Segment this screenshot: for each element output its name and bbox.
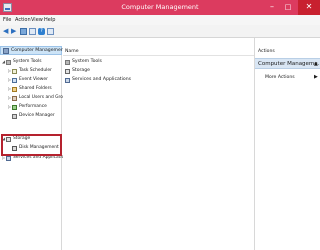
tree-item-performance[interactable]: ▷ Performance <box>8 103 60 111</box>
tools-icon <box>65 59 70 65</box>
maximize-button[interactable]: □ <box>280 0 296 15</box>
list-item-label: Services and Applications <box>72 77 131 82</box>
computer-icon <box>3 48 9 54</box>
task-scheduler-icon <box>12 68 17 74</box>
computer-management-window: Computer Management – □ ✕ File Action Vi… <box>0 0 320 250</box>
forward-icon[interactable]: ▶ <box>11 28 18 35</box>
help-icon[interactable]: ? <box>38 28 45 35</box>
storage-highlight-box <box>1 134 62 156</box>
close-button[interactable]: ✕ <box>298 0 320 15</box>
tree-root-computer-management[interactable]: Computer Management (Local <box>0 46 81 55</box>
tree-item-label: System Tools <box>13 59 42 64</box>
menu-view[interactable]: View <box>31 16 43 24</box>
device-manager-icon <box>12 113 17 119</box>
list-item-storage[interactable]: Storage <box>65 67 185 75</box>
toolbar: ◀ ▶ ? <box>0 25 320 38</box>
column-header-label: Name <box>65 49 79 54</box>
list-item-services-and-applications[interactable]: Services and Applications <box>65 76 185 84</box>
details-pane: Name System Tools Storage Services and A… <box>63 46 254 250</box>
list-icon[interactable] <box>47 28 54 35</box>
tree-item-label: Task Scheduler <box>19 68 52 73</box>
minimize-button[interactable]: – <box>264 0 280 15</box>
tree-item-local-users-and-groups[interactable]: ▷ Local Users and Groups <box>8 94 71 102</box>
show-hide-tree-icon[interactable] <box>29 28 36 35</box>
actions-section-computer-management[interactable]: Computer Manageme... ▲ <box>255 58 320 69</box>
actions-pane: Actions Computer Manageme... ▲ More Acti… <box>254 46 320 250</box>
list-item-label: Storage <box>72 68 90 73</box>
menu-help[interactable]: Help <box>44 16 55 24</box>
users-icon <box>12 95 17 101</box>
back-icon[interactable]: ◀ <box>3 28 10 35</box>
menu-bar: File Action View Help <box>0 15 320 25</box>
performance-icon <box>12 104 17 110</box>
tree-item-event-viewer[interactable]: ▷ Event Viewer <box>8 76 60 84</box>
list-item-label: System Tools <box>72 59 102 64</box>
event-viewer-icon <box>12 77 17 83</box>
services-icon <box>6 155 11 161</box>
menu-file[interactable]: File <box>3 16 11 24</box>
title-bar[interactable]: Computer Management – □ ✕ <box>0 0 320 15</box>
more-actions-item[interactable]: More Actions ▶ <box>255 73 320 82</box>
shared-folders-icon <box>12 86 17 92</box>
services-icon <box>65 77 70 83</box>
more-actions-label: More Actions <box>265 75 295 80</box>
menu-action[interactable]: Action <box>15 16 31 24</box>
tree-item-label: Device Manager <box>19 113 55 118</box>
tree-item-shared-folders[interactable]: ▷ Shared Folders <box>8 85 60 93</box>
tree-item-label: Event Viewer <box>19 77 48 82</box>
column-header-name[interactable]: Name <box>63 48 254 56</box>
actions-header: Actions <box>258 49 275 54</box>
up-level-icon[interactable] <box>20 28 27 35</box>
tree-item-device-manager[interactable]: Device Manager <box>8 112 60 120</box>
tree-item-label: Performance <box>19 104 47 109</box>
tree-item-system-tools[interactable]: ◢ System Tools <box>2 58 60 66</box>
list-item-system-tools[interactable]: System Tools <box>65 58 185 66</box>
storage-icon <box>65 68 70 74</box>
collapse-up-icon[interactable]: ▲ <box>314 59 318 69</box>
submenu-arrow-icon: ▶ <box>314 74 318 80</box>
pane-spacer <box>0 38 320 46</box>
actions-section-label: Computer Manageme... <box>258 61 320 67</box>
tree-item-label: Shared Folders <box>19 86 52 91</box>
tree-item-task-scheduler[interactable]: ▷ Task Scheduler <box>8 67 60 75</box>
tools-icon <box>6 59 11 65</box>
